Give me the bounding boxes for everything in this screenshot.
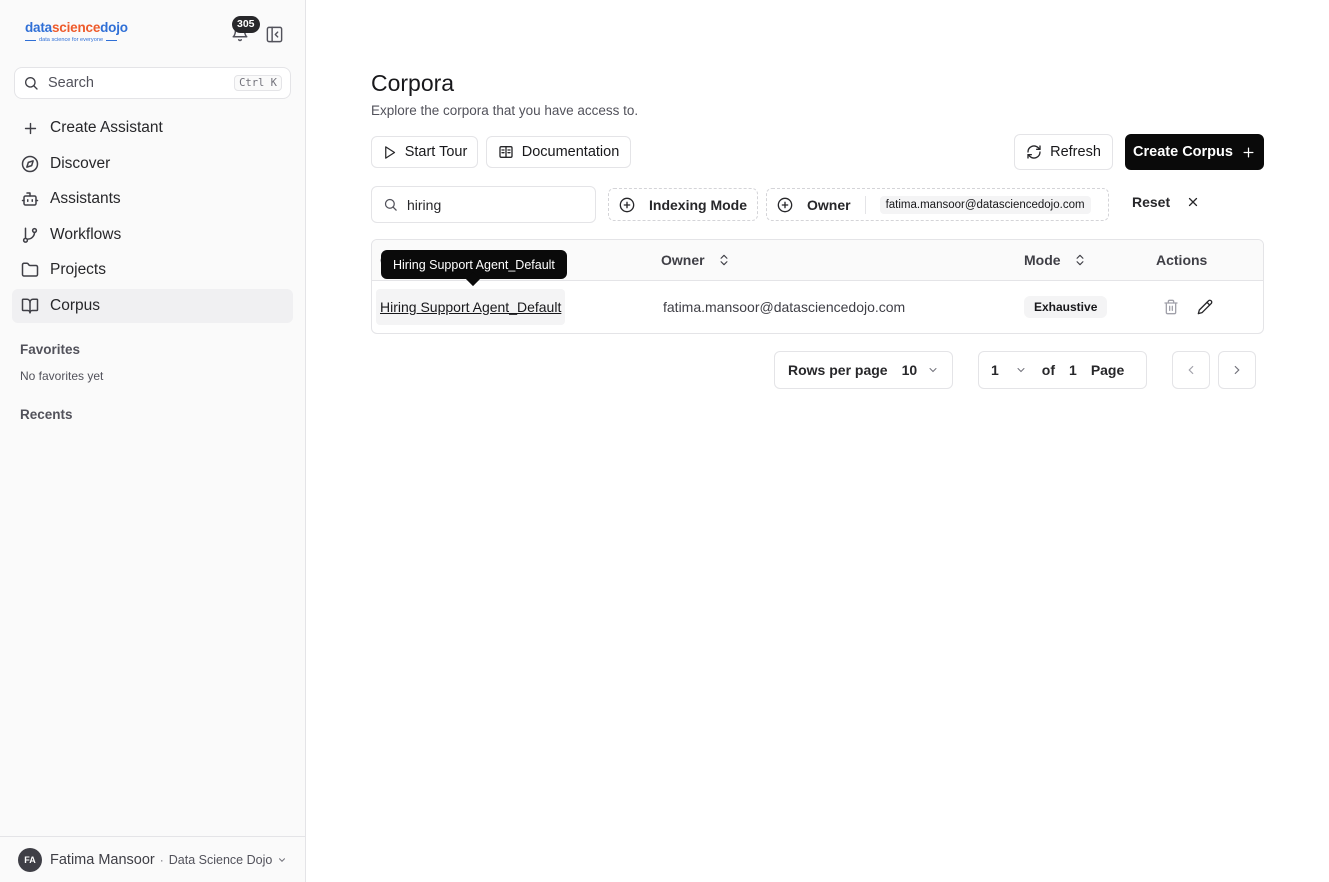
bot-icon <box>21 190 39 208</box>
search-icon <box>384 198 397 211</box>
sidebar-collapse-icon[interactable] <box>265 25 284 44</box>
compass-icon <box>21 155 39 173</box>
trash-icon <box>1164 299 1178 315</box>
start-tour-button[interactable]: Start Tour <box>371 136 478 168</box>
refresh-icon <box>1027 145 1041 159</box>
next-page-button[interactable] <box>1218 351 1256 389</box>
search-shortcut: Ctrl K <box>234 75 282 91</box>
page-select[interactable]: 1 of 1 Page <box>978 351 1147 389</box>
nav-item-workflows[interactable]: Workflows <box>12 218 293 252</box>
recents-title[interactable]: Recents <box>20 407 73 422</box>
refresh-button[interactable]: Refresh <box>1014 134 1113 170</box>
search-icon <box>25 77 38 90</box>
chevron-down-icon <box>279 857 286 862</box>
pencil-icon <box>1197 299 1213 315</box>
book-icon <box>21 297 39 315</box>
page-subtitle: Explore the corpora that you have access… <box>371 103 639 118</box>
delete-button[interactable] <box>1162 298 1180 316</box>
rows-per-page-value: 10 <box>901 362 918 378</box>
folder-icon <box>21 261 39 279</box>
sidebar-search[interactable]: Search Ctrl K <box>14 67 291 99</box>
rows-per-page-select[interactable]: Rows per page 10 <box>774 351 953 389</box>
nav-item-label: Projects <box>50 261 106 278</box>
sidebar: datasciencedojo data science for everyon… <box>0 0 306 882</box>
owner-filter[interactable]: Owner fatima.mansoor@datasciencedojo.com <box>766 188 1109 221</box>
indexing-mode-filter[interactable]: Indexing Mode <box>608 188 758 221</box>
user-menu[interactable]: FA Fatima Mansoor · Data Science Dojo <box>0 836 306 882</box>
search-label: Search <box>48 75 94 91</box>
sort-icon <box>1076 254 1084 266</box>
sidebar-nav: Create Assistant Discover Assistants Wor… <box>12 111 293 324</box>
play-icon <box>384 145 395 159</box>
mode-badge: Exhaustive <box>1024 296 1108 318</box>
corpus-name-link[interactable]: Hiring Support Agent_Default <box>376 289 566 325</box>
corpus-owner: fatima.mansoor@datasciencedojo.com <box>663 299 906 315</box>
close-icon <box>1188 197 1198 207</box>
nav-item-assistants[interactable]: Assistants <box>12 182 293 216</box>
nav-item-corpus[interactable]: Corpus <box>12 288 293 323</box>
column-owner[interactable]: Owner <box>661 252 731 268</box>
book-open-icon <box>499 146 513 158</box>
sort-icon <box>720 254 728 266</box>
column-actions: Actions <box>1156 252 1208 268</box>
table-row: Hiring Support Agent_Default fatima.mans… <box>372 281 1263 333</box>
corpus-search-input[interactable]: hiring <box>371 186 596 223</box>
avatar: FA <box>18 847 42 872</box>
logo[interactable]: datasciencedojo data science for everyon… <box>25 20 137 48</box>
plus-circle-icon <box>619 197 635 212</box>
owner-filter-value: fatima.mansoor@datasciencedojo.com <box>879 195 1091 214</box>
chevron-left-icon <box>1188 365 1194 375</box>
nav-item-label: Workflows <box>50 225 122 243</box>
nav-item-label: Create Assistant <box>50 119 163 136</box>
nav-item-projects[interactable]: Projects <box>12 253 293 287</box>
chevron-down-icon <box>929 368 937 373</box>
reset-filters-button[interactable]: Reset <box>1132 194 1200 210</box>
create-corpus-button[interactable]: Create Corpus <box>1125 134 1264 170</box>
nav-item-create-assistant[interactable]: Create Assistant <box>12 111 293 145</box>
previous-page-button[interactable] <box>1172 351 1210 389</box>
git-branch-icon <box>21 226 39 244</box>
main-content: Corpora Explore the corpora that you hav… <box>306 0 1329 882</box>
plus-icon <box>1243 147 1254 157</box>
nav-item-label: Assistants <box>50 190 121 207</box>
plus-circle-icon <box>777 197 793 212</box>
chevron-down-icon <box>1017 368 1025 373</box>
documentation-button[interactable]: Documentation <box>486 136 631 168</box>
nav-item-discover[interactable]: Discover <box>12 147 293 181</box>
current-page: 1 <box>991 362 999 378</box>
favorites-title: Favorites <box>20 342 81 357</box>
total-pages: 1 <box>1069 362 1077 378</box>
notification-badge: 305 <box>232 16 260 33</box>
logo-wordmark: datasciencedojo <box>25 20 128 35</box>
logo-tagline: data science for everyone <box>25 37 137 43</box>
user-separator: · <box>159 852 164 867</box>
column-mode[interactable]: Mode <box>1024 252 1087 268</box>
page-title: Corpora <box>371 70 455 96</box>
user-name: Fatima Mansoor <box>50 851 155 868</box>
edit-button[interactable] <box>1196 298 1214 316</box>
favorites-empty: No favorites yet <box>20 369 104 383</box>
chevron-right-icon <box>1234 365 1240 375</box>
user-org: Data Science Dojo <box>168 852 273 867</box>
search-value: hiring <box>407 196 442 213</box>
nav-item-label: Corpus <box>50 296 100 314</box>
name-tooltip: Hiring Support Agent_Default <box>381 250 567 279</box>
plus-icon <box>21 119 39 137</box>
nav-item-label: Discover <box>50 154 111 172</box>
